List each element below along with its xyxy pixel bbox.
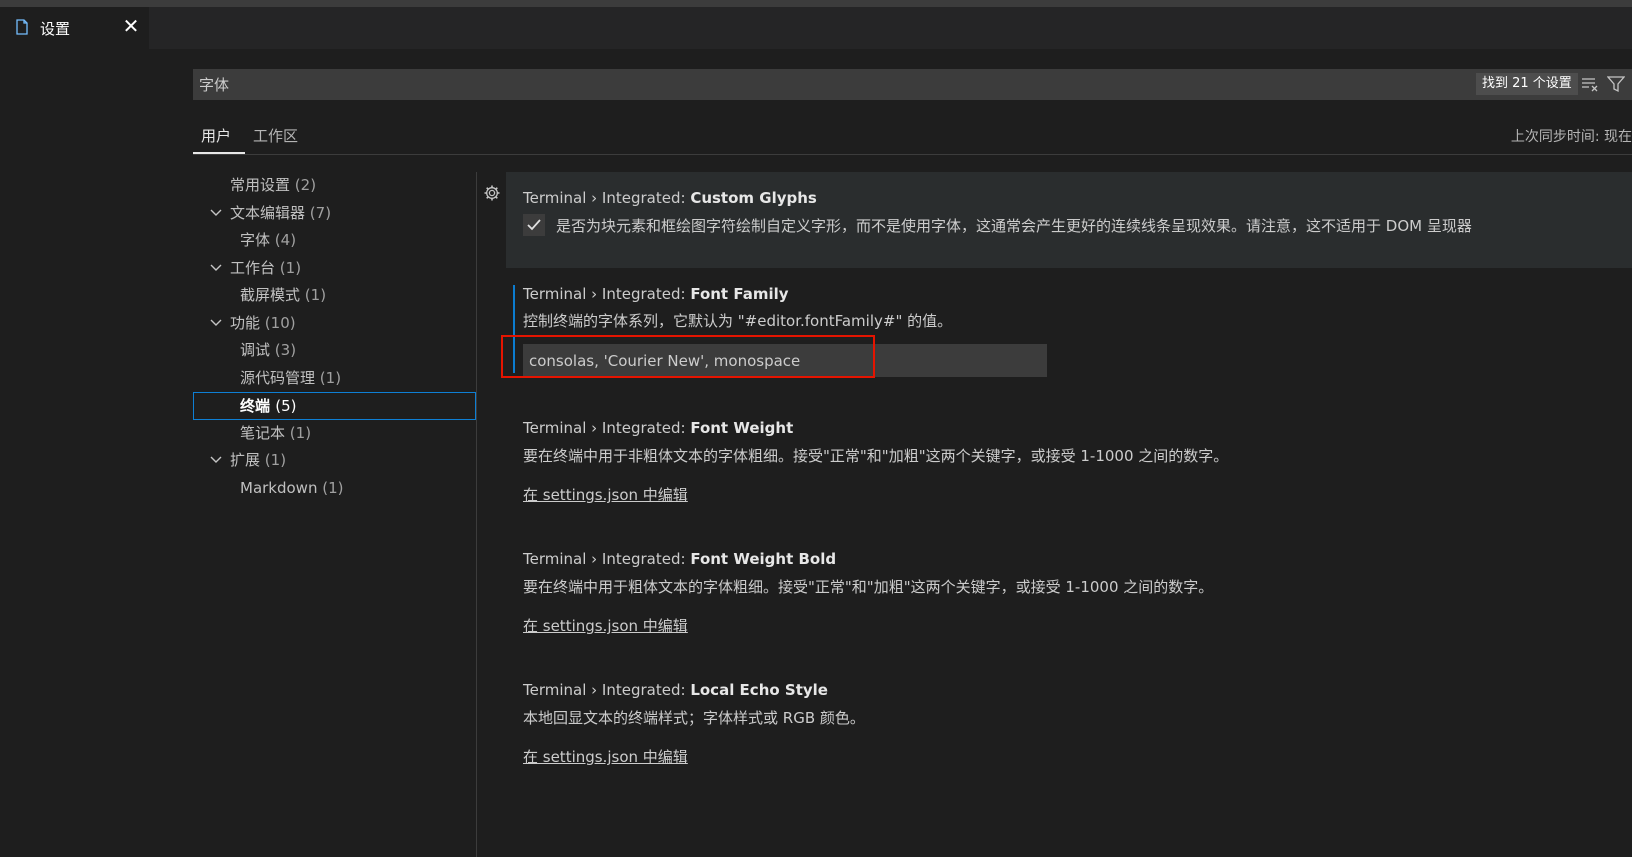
toc-item-notebook[interactable]: 笔记本 (1)	[193, 420, 476, 448]
toc-count: (1)	[319, 368, 342, 387]
setting-title: Terminal › Integrated: Font Weight	[523, 419, 793, 437]
toc-label: Markdown	[240, 478, 318, 497]
setting-key: Custom Glyphs	[690, 189, 817, 207]
clear-filter-icon[interactable]	[1581, 76, 1599, 92]
settings-scope-tabs: 用户 工作区 上次同步时间: 现在	[193, 118, 1632, 155]
toc-count: (2)	[294, 176, 317, 194]
toc-count: (4)	[274, 231, 297, 249]
toc-count: (1)	[304, 286, 327, 304]
settings-search-input[interactable]	[199, 73, 1399, 96]
chevron-down-icon	[210, 456, 222, 463]
tab-user[interactable]: 用户	[201, 125, 231, 146]
edit-in-settings-json-link[interactable]: 在 settings.json 中编辑	[523, 615, 688, 636]
setting-description: 是否为块元素和框绘图字符绘制自定义字形，而不是使用字体，这通常会产生更好的连续线…	[556, 217, 1472, 235]
toc-count: (3)	[274, 341, 297, 359]
setting-title: Terminal › Integrated: Font Weight Bold	[523, 550, 836, 568]
toc-label: 工作台	[230, 258, 276, 277]
toc-label: 笔记本	[240, 423, 286, 442]
title-bar-strip	[0, 0, 1632, 7]
toc-count: (5)	[275, 397, 297, 415]
toc-label: 源代码管理	[240, 368, 316, 387]
toc-count: (1)	[264, 451, 287, 469]
tab-label: 设置	[40, 20, 71, 38]
setting-title: Terminal › Integrated: Local Echo Style	[523, 681, 828, 699]
setting-category: Terminal › Integrated:	[523, 681, 691, 699]
setting-key: Font Weight Bold	[690, 550, 837, 568]
close-icon[interactable]: ✕	[121, 15, 141, 37]
settings-list: Terminal › Integrated: Custom Glyphs 是否为…	[477, 172, 1632, 857]
toc-count: (1)	[279, 258, 302, 277]
toc-item-scm[interactable]: 源代码管理 (1)	[193, 365, 476, 393]
toc-item-markdown[interactable]: Markdown (1)	[193, 475, 476, 503]
setting-key: Local Echo Style	[690, 681, 828, 699]
toc-label: 常用设置	[230, 176, 291, 194]
modified-indicator	[513, 285, 515, 373]
edit-in-settings-json-link[interactable]: 在 settings.json 中编辑	[523, 484, 688, 505]
toc-label: 扩展	[230, 451, 261, 469]
setting-category: Terminal › Integrated:	[523, 285, 691, 303]
checkmark-icon	[527, 219, 541, 231]
edit-in-settings-json-link[interactable]: 在 settings.json 中编辑	[523, 746, 688, 767]
toc-label: 文本编辑器	[230, 203, 306, 222]
setting-title: Terminal › Integrated: Font Family	[523, 285, 789, 303]
tab-workspace[interactable]: 工作区	[253, 125, 298, 146]
setting-title: Terminal › Integrated: Custom Glyphs	[523, 189, 817, 207]
toc-item-font[interactable]: 字体 (4)	[193, 227, 476, 255]
toc-count: (1)	[289, 423, 312, 442]
settings-toc: 常用设置 (2) 文本编辑器 (7) 字体 (4) 工作台 (1) 截屏模式 (…	[193, 172, 476, 502]
toc-count: (10)	[264, 313, 296, 332]
setting-category: Terminal › Integrated:	[523, 189, 691, 207]
setting-description: 本地回显文本的终端样式；字体样式或 RGB 颜色。	[523, 709, 865, 727]
toc-item-features[interactable]: 功能 (10)	[193, 310, 476, 338]
search-result-count: 找到 21 个设置	[1476, 73, 1578, 95]
setting-description: 要在终端中用于非粗体文本的字体粗细。接受"正常"和"加粗"这两个关键字，或接受 …	[523, 447, 1229, 465]
toc-item-workbench[interactable]: 工作台 (1)	[193, 255, 476, 283]
toc-item-terminal[interactable]: 终端 (5)	[193, 392, 476, 420]
setting-category: Terminal › Integrated:	[523, 419, 691, 437]
setting-category: Terminal › Integrated:	[523, 550, 691, 568]
toc-item-extensions[interactable]: 扩展 (1)	[193, 447, 476, 475]
gear-icon[interactable]	[483, 184, 501, 202]
settings-search-box: 找到 21 个设置	[193, 69, 1632, 100]
setting-key: Font Family	[690, 285, 789, 303]
sync-status: 上次同步时间: 现在	[1510, 129, 1632, 145]
editor-tab-strip: 设置 ✕	[0, 7, 1632, 49]
custom-glyphs-checkbox[interactable]	[523, 214, 545, 236]
toc-label: 调试	[240, 341, 271, 359]
toc-count: (1)	[322, 478, 344, 497]
toc-item-common[interactable]: 常用设置 (2)	[193, 172, 476, 200]
setting-key: Font Weight	[690, 419, 794, 437]
setting-description: 控制终端的字体系列，它默认为 "#editor.fontFamily#" 的值。	[523, 312, 953, 330]
active-tab-underline	[193, 152, 245, 154]
chevron-down-icon	[210, 264, 222, 271]
toc-label: 字体	[240, 231, 271, 249]
toc-label: 截屏模式	[240, 286, 301, 304]
toc-label: 终端	[240, 397, 271, 415]
settings-editor-tab[interactable]: 设置 ✕	[0, 7, 149, 49]
filter-icon[interactable]	[1607, 75, 1625, 93]
setting-description: 要在终端中用于粗体文本的字体粗细。接受"正常"和"加粗"这两个关键字，或接受 1…	[523, 578, 1214, 596]
font-family-input[interactable]	[523, 344, 1047, 377]
toc-item-screencast-mode[interactable]: 截屏模式 (1)	[193, 282, 476, 310]
toc-item-text-editor[interactable]: 文本编辑器 (7)	[193, 200, 476, 228]
toc-label: 功能	[230, 313, 261, 332]
toc-count: (7)	[309, 203, 332, 222]
chevron-down-icon	[210, 209, 222, 216]
file-icon	[16, 19, 28, 35]
toc-item-debug[interactable]: 调试 (3)	[193, 337, 476, 365]
chevron-down-icon	[210, 319, 222, 326]
